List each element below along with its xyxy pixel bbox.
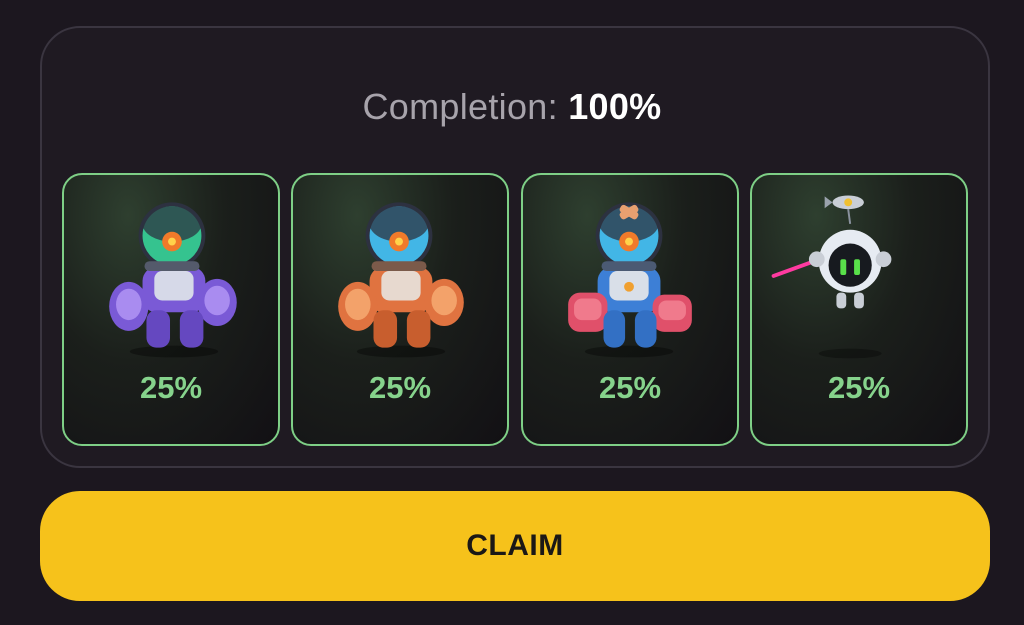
- blue-red-robot-icon: [568, 202, 692, 358]
- reward-percent: 25%: [827, 370, 891, 405]
- reward-percent: 25%: [139, 370, 203, 405]
- orange-robot-icon: [338, 202, 464, 358]
- purple-robot-icon: [109, 202, 237, 358]
- reward-percent: 25%: [368, 370, 432, 405]
- reward-card-purple-robot: 25%: [62, 173, 280, 446]
- completion-text: Completion: 100%: [0, 82, 1024, 132]
- reward-percent: 25%: [598, 370, 662, 405]
- drone-robot-icon: [771, 195, 892, 359]
- completion-label: Completion:: [362, 86, 569, 127]
- claim-button-label: CLAIM: [466, 529, 564, 562]
- completion-value: 100%: [568, 86, 662, 127]
- reward-card-blue-red-robot: 25%: [521, 173, 739, 446]
- reward-card-drone-robot: 25%: [750, 173, 968, 446]
- claim-button[interactable]: CLAIM: [40, 491, 990, 601]
- reward-card-orange-robot: 25%: [291, 173, 509, 446]
